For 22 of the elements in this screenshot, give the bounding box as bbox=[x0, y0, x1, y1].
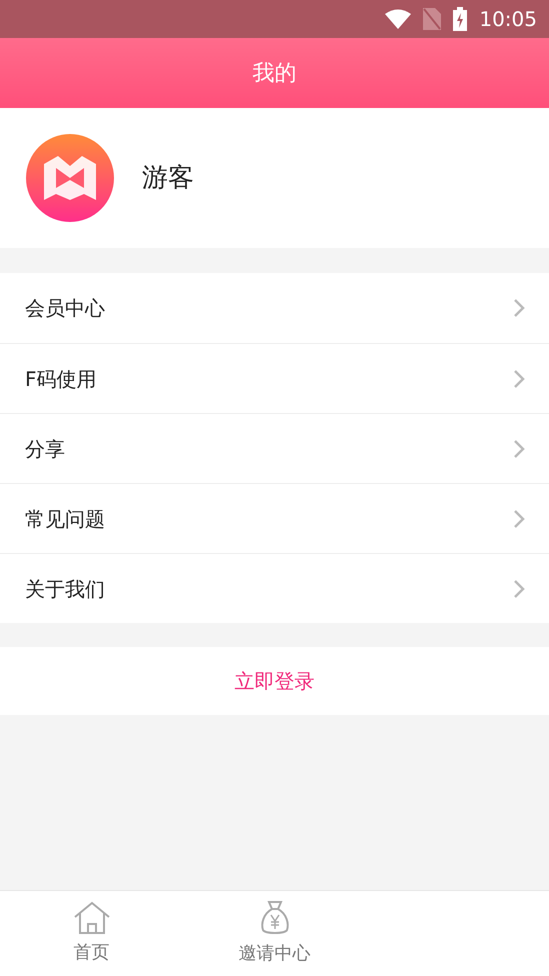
tab-item[interactable]: 首页 bbox=[0, 891, 183, 976]
chevron-right-icon bbox=[513, 298, 525, 318]
battery-charging-icon bbox=[453, 7, 468, 31]
chevron-right-icon bbox=[513, 368, 525, 388]
menu-item[interactable]: 会员中心 bbox=[0, 273, 549, 343]
menu-item[interactable]: 关于我们 bbox=[0, 553, 549, 623]
user-name: 游客 bbox=[142, 162, 194, 194]
no-sim-icon bbox=[423, 8, 442, 30]
page-title: 我的 bbox=[252, 60, 296, 88]
home-icon bbox=[72, 901, 110, 935]
login-button[interactable]: 立即登录 bbox=[0, 647, 549, 715]
money-bag-icon bbox=[258, 900, 290, 936]
wifi-icon bbox=[385, 9, 412, 29]
menu-item[interactable]: F码使用 bbox=[0, 343, 549, 413]
chevron-right-icon bbox=[513, 438, 525, 458]
menu-item[interactable]: 常见问题 bbox=[0, 483, 549, 553]
clock-time: 10:05 bbox=[479, 6, 537, 33]
chevron-right-icon bbox=[513, 508, 525, 528]
app-logo-icon bbox=[26, 134, 114, 222]
chevron-right-icon bbox=[513, 578, 525, 598]
tab-item[interactable]: 邀请中心 bbox=[183, 891, 366, 976]
menu-item[interactable]: 分享 bbox=[0, 413, 549, 483]
